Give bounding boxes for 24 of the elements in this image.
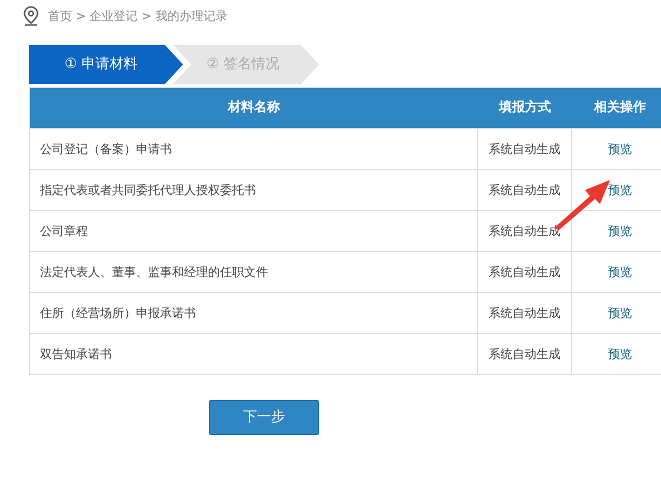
table-cell: 系统自动生成: [478, 170, 572, 210]
table-cell: 系统自动生成: [478, 334, 572, 374]
table-cell: 系统自动生成: [478, 129, 572, 169]
table-cell: 公司章程: [30, 211, 478, 251]
location-pin-icon: [22, 6, 40, 26]
table-cell: 指定代表或者共同委托代理人授权委托书: [30, 170, 478, 210]
step-tab[interactable]: ① 申请材料: [29, 45, 183, 84]
preview-link[interactable]: 预览: [608, 304, 632, 322]
table-cell: 双告知承诺书: [30, 334, 478, 374]
next-button[interactable]: 下一步: [209, 400, 319, 435]
preview-link[interactable]: 预览: [608, 345, 632, 363]
column-header: 填报方式: [498, 98, 552, 118]
table-cell: 公司登记（备案）申请书: [30, 129, 478, 169]
breadcrumb: 首页 > 企业登记 > 我的办理记录: [48, 8, 228, 24]
preview-link[interactable]: 预览: [608, 140, 632, 158]
table-cell: 法定代表人、董事、监事和经理的任职文件: [30, 252, 478, 292]
preview-link[interactable]: 预览: [608, 181, 632, 199]
preview-link[interactable]: 预览: [608, 222, 632, 240]
column-header: 材料名称: [226, 99, 281, 118]
preview-link[interactable]: 预览: [608, 263, 632, 281]
table-cell: 系统自动生成: [478, 252, 572, 292]
column-header: 相关操作: [592, 98, 648, 118]
table-cell: 住所（经营场所）申报承诺书: [30, 293, 478, 333]
table-cell: 系统自动生成: [478, 293, 572, 333]
